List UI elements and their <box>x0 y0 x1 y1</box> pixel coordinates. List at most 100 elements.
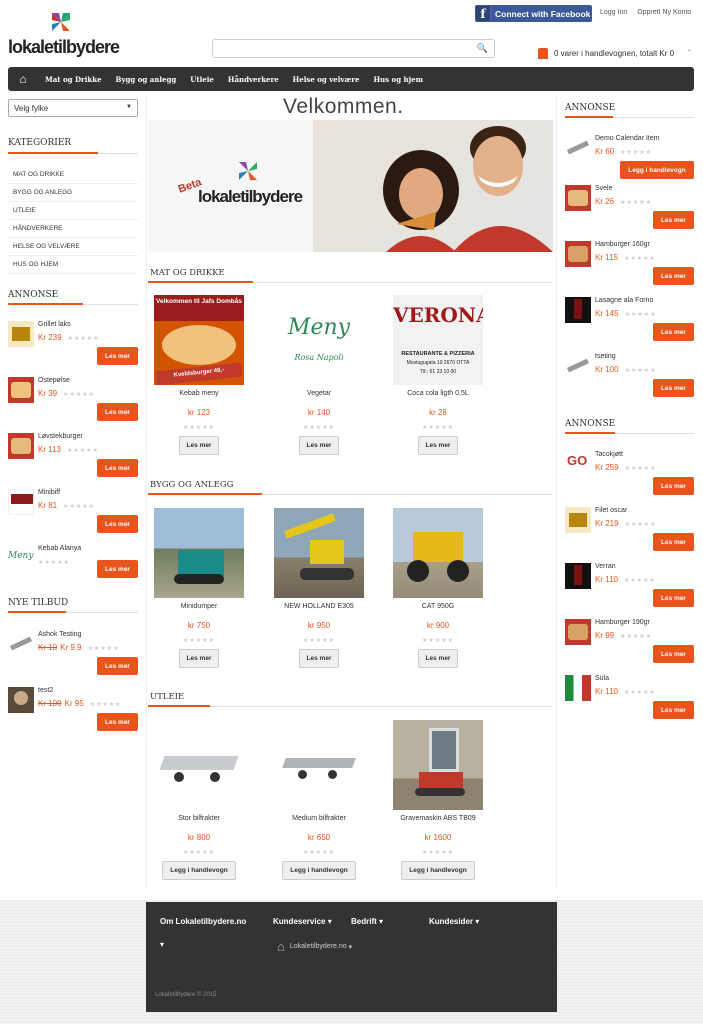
offer-thumbnail[interactable] <box>8 631 34 657</box>
product-name[interactable]: Vegetar <box>264 390 374 400</box>
ad-title[interactable]: Grillet laks <box>38 321 71 328</box>
footer-company[interactable]: Bedrift ▾ <box>351 917 383 926</box>
nav-item-bygg[interactable]: Bygg og anlegg <box>109 75 184 84</box>
search-input[interactable]: 🔍 <box>212 39 495 58</box>
read-more-button[interactable]: Les mer <box>653 379 694 397</box>
read-more-button[interactable]: Les mer <box>653 589 694 607</box>
read-more-button[interactable]: Les mer <box>653 267 694 285</box>
category-item[interactable]: UTLEIE <box>8 202 138 220</box>
offer-thumbnail[interactable] <box>8 687 34 713</box>
register-link[interactable]: Opprett Ny Konto <box>637 9 691 16</box>
product-name[interactable]: Minidumper <box>144 603 254 613</box>
read-more-button[interactable]: Les mer <box>653 533 694 551</box>
footer-customer-service[interactable]: Kundeservice ▾ <box>273 917 332 926</box>
add-to-cart-button[interactable]: Legg i handlevogn <box>162 861 236 880</box>
ad-title[interactable]: Hamburger 190gr <box>595 619 650 626</box>
product-image[interactable] <box>393 508 483 598</box>
home-icon[interactable]: ⌂ <box>8 67 38 91</box>
read-more-button[interactable]: Les mer <box>417 436 459 455</box>
ad-title[interactable]: Svele <box>595 185 613 192</box>
add-to-cart-button[interactable]: Legg i handlevogn <box>282 861 356 880</box>
read-more-button[interactable]: Les mer <box>178 649 220 668</box>
product-image[interactable]: VERONA RESTAURANTE & PIZZERIA Mostugugat… <box>393 295 483 385</box>
ad-thumbnail[interactable] <box>565 297 591 323</box>
product-name[interactable]: Kebab meny <box>144 390 254 400</box>
product-image[interactable] <box>274 720 364 810</box>
nav-item-handverkere[interactable]: Håndverkere <box>221 75 286 84</box>
read-more-button[interactable]: Les mer <box>298 436 340 455</box>
product-name[interactable]: Stor bilfrakter <box>144 815 254 825</box>
footer-customer-pages[interactable]: Kundesider ▾ <box>429 917 479 926</box>
ad-title[interactable]: Sula <box>595 675 609 682</box>
ad-thumbnail[interactable] <box>8 489 34 515</box>
chevron-down-icon[interactable]: ˇ <box>688 49 691 58</box>
category-item[interactable]: HÅNDVERKERE <box>8 220 138 238</box>
product-image[interactable]: Velkommen til Jafs Dombås Kveldsburger 4… <box>154 295 244 385</box>
facebook-connect-button[interactable]: f Connect with Facebook <box>475 5 592 22</box>
product-name[interactable]: Gravemaskin ABS TB09 <box>383 815 493 825</box>
product-image[interactable] <box>274 508 364 598</box>
category-item[interactable]: MAT OG DRIKKE <box>8 166 138 184</box>
ad-title[interactable]: Ostepølse <box>38 377 70 384</box>
footer-site-link[interactable]: ⌂ Lokaletilbydere.no ▾ <box>277 939 352 954</box>
banner-slider[interactable]: Beta lokaletilbydere <box>148 120 553 252</box>
ad-thumbnail[interactable] <box>565 675 591 701</box>
ad-thumbnail[interactable]: GO <box>565 451 591 477</box>
ad-thumbnail[interactable] <box>8 433 34 459</box>
ad-title[interactable]: Filet oscar <box>595 507 627 514</box>
nav-item-utleie[interactable]: Utleie <box>183 75 221 84</box>
nav-item-helse[interactable]: Helse og velvære <box>286 75 367 84</box>
ad-title[interactable]: tseting <box>595 353 616 360</box>
product-name[interactable]: NEW HOLLAND E305 <box>264 603 374 613</box>
read-more-button[interactable]: Les mer <box>178 436 220 455</box>
category-item[interactable]: HUS OG HJEM <box>8 256 138 274</box>
ad-thumbnail[interactable] <box>565 619 591 645</box>
read-more-button[interactable]: Les mer <box>417 649 459 668</box>
ad-title[interactable]: Lasagne ala Forno <box>595 297 653 304</box>
read-more-button[interactable]: Les mer <box>97 403 138 421</box>
add-to-cart-button[interactable]: Legg i handlevogn <box>401 861 475 880</box>
ad-thumbnail[interactable] <box>565 135 591 161</box>
ad-title[interactable]: Kebab Alanya <box>38 545 81 552</box>
ad-title[interactable]: Demo Calendar Item <box>595 135 660 142</box>
cart-summary[interactable]: 0 varer i handlevognen, totalt Kr 0 ˇ <box>538 48 691 59</box>
add-to-cart-button[interactable]: Legg i handlevogn <box>620 161 694 179</box>
read-more-button[interactable]: Les mer <box>97 560 138 578</box>
product-image[interactable]: Meny Rosa Napoli <box>274 295 364 385</box>
read-more-button[interactable]: Les mer <box>653 477 694 495</box>
footer-about-link[interactable]: Om Lokaletilbydere.no <box>160 917 246 926</box>
ad-thumbnail[interactable] <box>565 185 591 211</box>
site-logo[interactable]: lokaletilbydere <box>8 11 120 59</box>
search-icon[interactable]: 🔍 <box>477 43 488 54</box>
login-link[interactable]: Logg Inn <box>600 9 627 16</box>
ad-title[interactable]: Løvstekburger <box>38 433 83 440</box>
ad-thumbnail[interactable] <box>565 507 591 533</box>
nav-item-mat[interactable]: Mat og Drikke <box>38 75 109 84</box>
category-item[interactable]: HELSE OG VELVÆRE <box>8 238 138 256</box>
offer-title[interactable]: Ashok Testing <box>38 631 81 638</box>
read-more-button[interactable]: Les mer <box>97 459 138 477</box>
product-image[interactable] <box>393 720 483 810</box>
ad-thumbnail[interactable]: Meny <box>8 545 34 571</box>
ad-thumbnail[interactable] <box>8 377 34 403</box>
read-more-button[interactable]: Les mer <box>97 515 138 533</box>
read-more-button[interactable]: Les mer <box>298 649 340 668</box>
category-item[interactable]: BYGG OG ANLEGG <box>8 184 138 202</box>
read-more-button[interactable]: Les mer <box>653 211 694 229</box>
ad-title[interactable]: Tacokjøtt <box>595 451 623 458</box>
ad-thumbnail[interactable] <box>565 353 591 379</box>
read-more-button[interactable]: Les mer <box>97 347 138 365</box>
read-more-button[interactable]: Les mer <box>97 657 138 675</box>
ad-title[interactable]: Verran <box>595 563 616 570</box>
read-more-button[interactable]: Les mer <box>653 701 694 719</box>
ad-thumbnail[interactable] <box>565 563 591 589</box>
ad-title[interactable]: Hamburger 160gr <box>595 241 650 248</box>
ad-title[interactable]: Minibiff <box>38 489 60 496</box>
county-select[interactable]: Velg fylke ▼ <box>8 99 138 117</box>
ad-thumbnail[interactable] <box>565 241 591 267</box>
product-name[interactable]: CAT 950G <box>383 603 493 613</box>
chevron-down-icon[interactable]: ▾ <box>160 940 164 949</box>
read-more-button[interactable]: Les mer <box>97 713 138 731</box>
read-more-button[interactable]: Les mer <box>653 323 694 341</box>
ad-thumbnail[interactable] <box>8 321 34 347</box>
